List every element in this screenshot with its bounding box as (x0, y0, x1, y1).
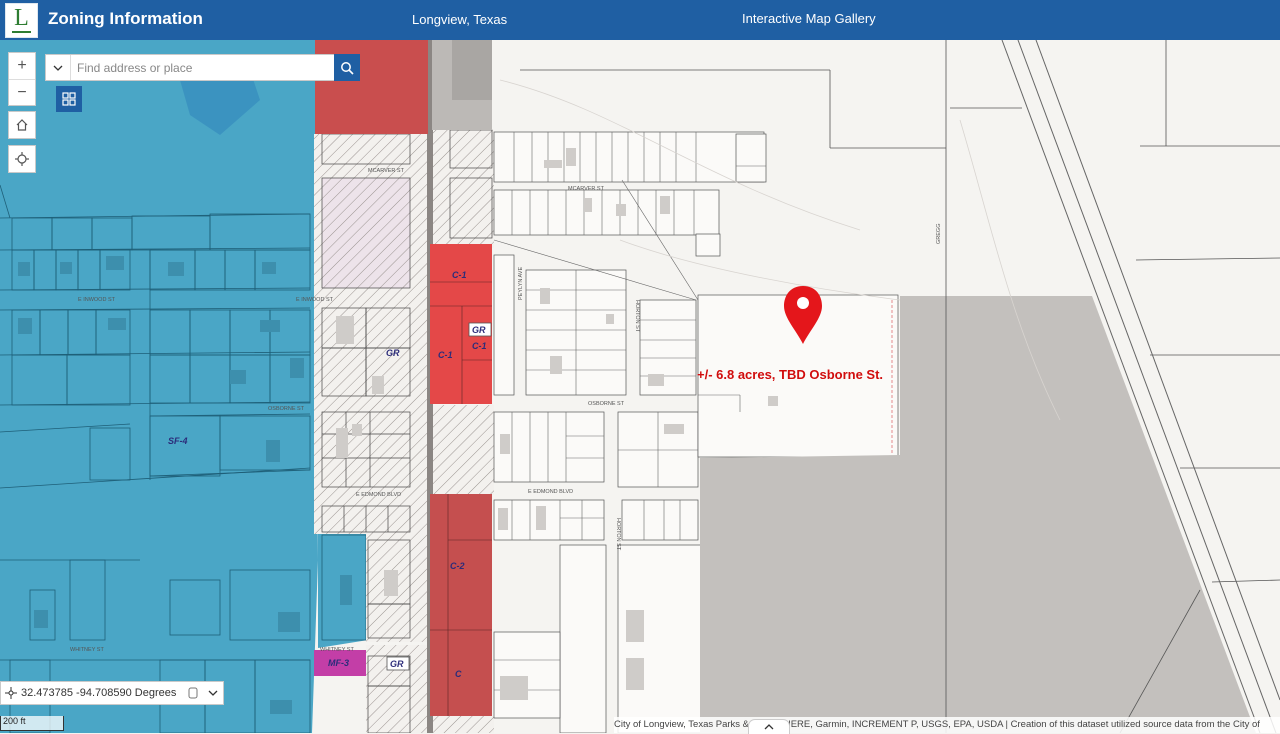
search-widget (45, 54, 360, 81)
zone-label-c1: C-1 (472, 341, 487, 351)
search-input[interactable] (71, 57, 338, 78)
zone-label-c2: C-2 (450, 561, 465, 571)
attribution-toggle[interactable] (748, 719, 790, 734)
coordinate-format-dropdown[interactable] (203, 690, 223, 696)
logo-letter: L (14, 5, 29, 31)
zone-label-c: C (455, 669, 462, 679)
svg-text:E INWOOD ST: E INWOOD ST (78, 297, 116, 303)
app-header: L Zoning Information Longview, Texas Int… (0, 0, 1280, 40)
map-view[interactable]: MCARVER ST MCARVER ST E INWOOD ST E INWO… (0, 40, 1280, 733)
city-logo[interactable]: L (5, 3, 38, 38)
zone-label-gr: GR (390, 659, 404, 669)
chevron-down-icon (208, 690, 218, 696)
coordinate-widget: 32.473785 -94.708590 Degrees (0, 681, 224, 705)
coordinate-locate-button[interactable] (1, 687, 21, 699)
svg-text:E INWOOD ST: E INWOOD ST (296, 297, 334, 303)
svg-text:OSBORNE ST: OSBORNE ST (588, 401, 625, 407)
map-canvas[interactable]: MCARVER ST MCARVER ST E INWOOD ST E INWO… (0, 40, 1280, 733)
chevron-down-icon (53, 65, 63, 71)
home-button[interactable] (8, 111, 36, 139)
app-title: Zoning Information (48, 9, 203, 28)
copy-coordinates-button[interactable] (183, 687, 203, 699)
zone-label-c1: C-1 (452, 270, 467, 280)
search-button[interactable] (334, 54, 360, 81)
locate-button[interactable] (8, 145, 36, 173)
map-gallery-link[interactable]: Interactive Map Gallery (742, 11, 876, 26)
logo-underline (12, 31, 31, 33)
svg-text:WHITNEY ST: WHITNEY ST (70, 647, 104, 653)
zone-label-sf4: SF-4 (168, 436, 188, 446)
basemap-gallery-button[interactable] (56, 86, 82, 112)
zoom-control: + − (8, 52, 36, 106)
copy-icon (188, 687, 198, 699)
zone-label-c1: C-1 (438, 350, 453, 360)
svg-text:HORTON ST: HORTON ST (634, 300, 640, 333)
zone-c2-area (430, 494, 492, 716)
search-icon (341, 61, 354, 75)
search-source-dropdown[interactable] (46, 55, 71, 80)
chevron-up-icon (764, 724, 774, 730)
header-city: Longview, Texas (412, 12, 508, 27)
svg-text:MCARVER ST: MCARVER ST (568, 186, 605, 192)
svg-text:GREGG: GREGG (936, 224, 942, 244)
svg-text:MCARVER ST: MCARVER ST (368, 168, 405, 174)
home-icon (16, 119, 28, 131)
zone-label-mf3: MF-3 (328, 658, 349, 668)
svg-text:E EDMOND BLVD: E EDMOND BLVD (356, 492, 401, 498)
map-attribution: City of Longview, Texas Parks & ... Esri… (614, 717, 1280, 733)
scale-bar: 200 ft (0, 716, 64, 731)
svg-text:WHITNEY ST: WHITNEY ST (320, 647, 354, 653)
svg-text:OSBORNE ST: OSBORNE ST (268, 406, 305, 412)
property-callout: +/- 6.8 acres, TBD Osborne St. (697, 367, 883, 382)
zone-label-gr: GR (472, 325, 486, 335)
zoom-out-button[interactable]: − (9, 79, 35, 106)
crosshair-icon (5, 687, 17, 699)
zone-label-gr: GR (386, 348, 400, 358)
svg-text:PEYLYN AVE: PEYLYN AVE (518, 267, 524, 300)
coordinate-readout: 32.473785 -94.708590 Degrees (21, 687, 177, 699)
svg-text:E EDMOND BLVD: E EDMOND BLVD (528, 489, 573, 495)
grid-icon (62, 92, 76, 106)
grey-parcel-north-inner (452, 40, 492, 100)
svg-text:HORTON ST: HORTON ST (615, 518, 621, 551)
zoom-in-button[interactable]: + (9, 53, 35, 79)
crosshair-icon (15, 152, 29, 166)
